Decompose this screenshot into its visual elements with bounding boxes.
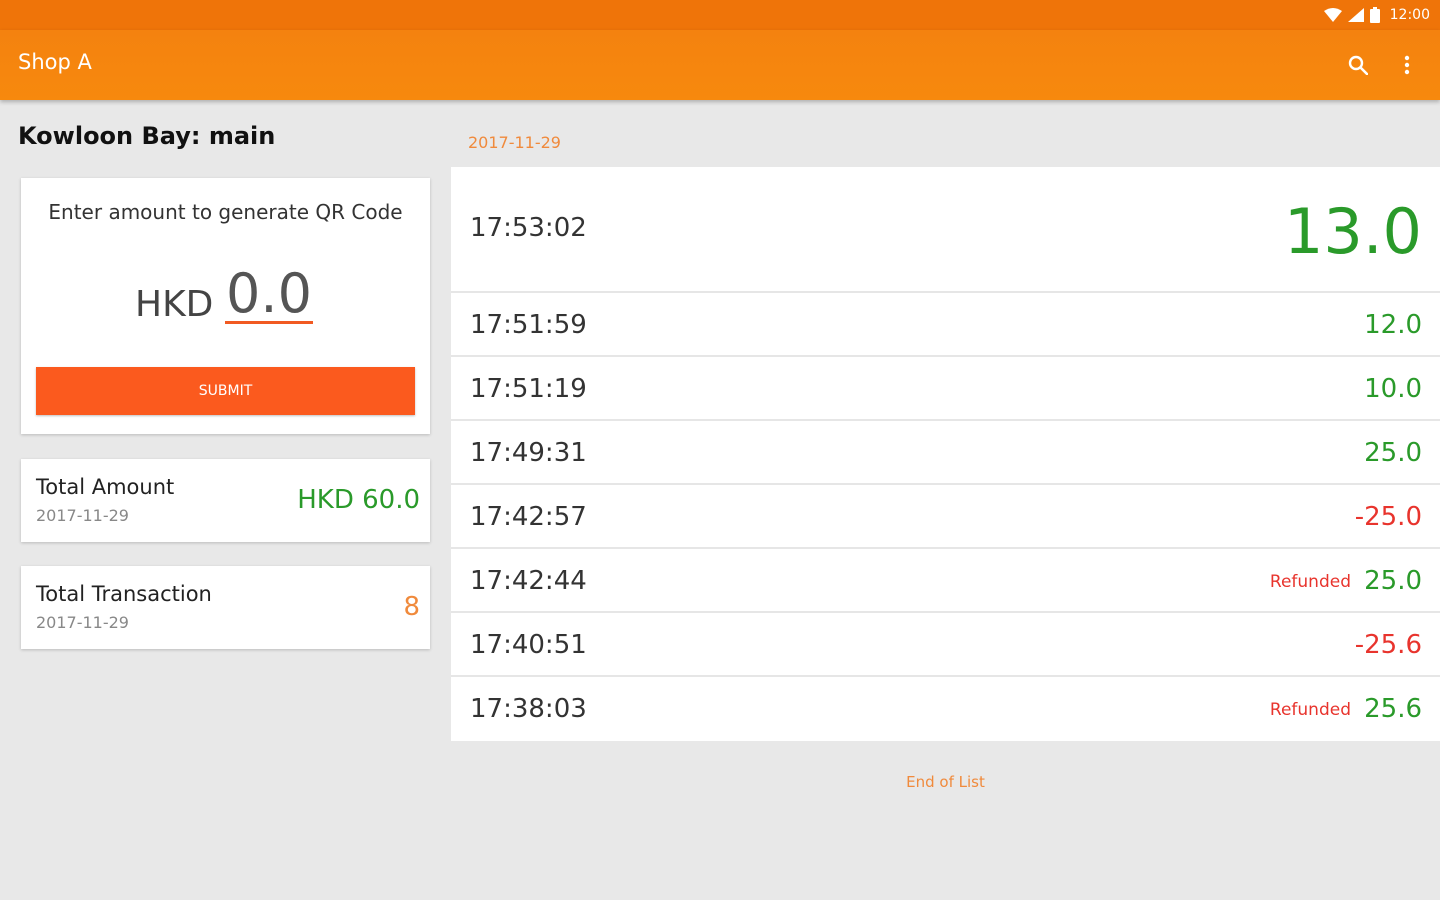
refunded-badge: Refunded bbox=[1269, 572, 1351, 592]
total-amount-card: Total Amount 2017-11-29 HKD 60.0 bbox=[21, 459, 430, 542]
transaction-amount: 25.6 bbox=[1364, 694, 1422, 724]
transaction-amount: 12.0 bbox=[1364, 310, 1422, 340]
list-date-header: 2017-11-29 bbox=[468, 133, 561, 152]
transaction-time: 17:51:19 bbox=[470, 374, 587, 404]
amount-input[interactable] bbox=[225, 266, 313, 324]
total-transaction-label: Total Transaction bbox=[36, 582, 212, 606]
transaction-row[interactable]: 17:49:31 25.0 bbox=[451, 421, 1440, 485]
transaction-amount: 10.0 bbox=[1364, 374, 1422, 404]
transaction-time: 17:38:03 bbox=[470, 694, 587, 724]
transaction-row[interactable]: 17:42:57 -25.0 bbox=[451, 485, 1440, 549]
app-title: Shop A bbox=[18, 50, 92, 74]
refunded-badge: Refunded bbox=[1269, 700, 1351, 720]
signal-icon bbox=[1347, 8, 1364, 22]
transaction-row[interactable]: 17:42:44 Refunded 25.0 bbox=[451, 549, 1440, 613]
total-transaction-value: 8 bbox=[403, 592, 420, 622]
status-bar: 12:00 bbox=[0, 0, 1440, 30]
transaction-time: 17:49:31 bbox=[470, 438, 587, 468]
more-vert-icon[interactable] bbox=[1392, 50, 1422, 80]
qr-card: Enter amount to generate QR Code HKD SUB… bbox=[21, 178, 430, 434]
wifi-icon bbox=[1323, 8, 1342, 22]
transaction-time: 17:51:59 bbox=[470, 310, 587, 340]
transaction-time: 17:53:02 bbox=[470, 213, 587, 243]
transaction-row[interactable]: 17:51:19 10.0 bbox=[451, 357, 1440, 421]
shop-heading: Kowloon Bay: main bbox=[18, 122, 276, 150]
transaction-time: 17:42:57 bbox=[470, 502, 587, 532]
transaction-amount: 25.0 bbox=[1364, 438, 1422, 468]
currency-label: HKD bbox=[135, 284, 214, 325]
transaction-amount: 13.0 bbox=[1283, 195, 1422, 268]
submit-button[interactable]: SUBMIT bbox=[36, 367, 415, 415]
transaction-row[interactable]: 17:38:03 Refunded 25.6 bbox=[451, 677, 1440, 741]
total-transaction-date: 2017-11-29 bbox=[36, 613, 129, 632]
transaction-list: 17:53:02 13.0 17:51:59 12.0 17:51:19 10.… bbox=[451, 167, 1440, 741]
end-of-list: End of List bbox=[906, 773, 985, 791]
battery-icon bbox=[1369, 7, 1380, 23]
transaction-time: 17:42:44 bbox=[470, 566, 587, 596]
transaction-row[interactable]: 17:51:59 12.0 bbox=[451, 293, 1440, 357]
transaction-row[interactable]: 17:40:51 -25.6 bbox=[451, 613, 1440, 677]
transaction-row[interactable]: 17:53:02 13.0 bbox=[451, 167, 1440, 293]
transaction-amount: -25.6 bbox=[1354, 630, 1422, 660]
total-transaction-card: Total Transaction 2017-11-29 8 bbox=[21, 566, 430, 649]
status-time: 12:00 bbox=[1389, 7, 1430, 23]
transaction-time: 17:40:51 bbox=[470, 630, 587, 660]
total-amount-label: Total Amount bbox=[36, 475, 175, 499]
total-amount-value: HKD 60.0 bbox=[297, 485, 420, 515]
app-bar: Shop A bbox=[0, 30, 1440, 100]
transaction-amount: -25.0 bbox=[1354, 502, 1422, 532]
search-icon[interactable] bbox=[1343, 50, 1373, 80]
total-amount-date: 2017-11-29 bbox=[36, 506, 129, 525]
qr-prompt: Enter amount to generate QR Code bbox=[48, 200, 403, 224]
transaction-amount: 25.0 bbox=[1364, 566, 1422, 596]
